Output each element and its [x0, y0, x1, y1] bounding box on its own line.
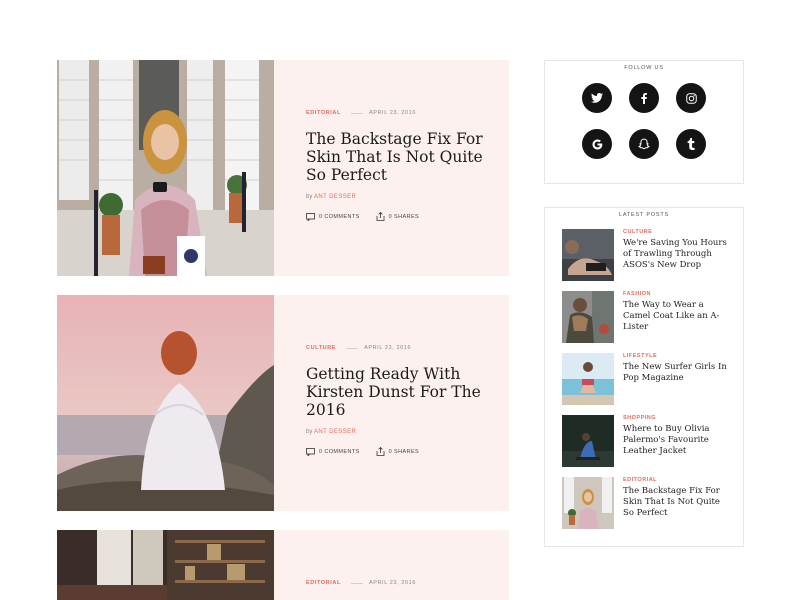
comments-count: 0 Comments: [319, 448, 360, 455]
post-byline: by Ant Desser: [306, 429, 495, 435]
twitter-icon[interactable]: [582, 83, 612, 113]
latest-post-item[interactable]: Shopping Where to Buy Olivia Palermo's F…: [562, 415, 732, 467]
widget-title: Follow Us: [545, 56, 743, 74]
byline-prefix: by: [306, 429, 313, 435]
post-meta: Editorial April 23, 2016: [306, 580, 495, 586]
post-content: Editorial April 23, 2016: [274, 530, 509, 600]
latest-post-category[interactable]: Lifestyle: [623, 353, 727, 359]
byline-prefix: by: [306, 194, 313, 200]
latest-post-category[interactable]: Fashion: [623, 291, 727, 297]
post-title[interactable]: The Backstage Fix For Skin That Is Not Q…: [306, 130, 495, 184]
latest-post-title[interactable]: Where to Buy Olivia Palermo's Favourite …: [623, 424, 727, 457]
post-byline: by Ant Desser: [306, 194, 495, 200]
comments-link[interactable]: 0 Comments: [306, 447, 360, 456]
meta-divider: [350, 112, 363, 114]
latest-post-item[interactable]: Culture We're Saving You Hours of Trawli…: [562, 229, 732, 281]
latest-post-title[interactable]: The Way to Wear a Camel Coat Like an A-L…: [623, 300, 727, 333]
post-category[interactable]: Editorial: [306, 580, 341, 586]
post-category[interactable]: Culture: [306, 345, 336, 351]
shares-link[interactable]: 0 Shares: [376, 447, 419, 456]
post-card: Editorial April 23, 2016 The Backstage F…: [57, 60, 509, 276]
latest-post-text: Culture We're Saving You Hours of Trawli…: [614, 229, 727, 281]
post-content: Culture April 23, 2016 Getting Ready Wit…: [274, 295, 509, 511]
latest-posts-widget: Latest Posts Culture We're Saving You Ho…: [544, 207, 744, 547]
post-date: April 23, 2016: [364, 345, 412, 351]
latest-post-thumbnail[interactable]: [562, 415, 614, 467]
instagram-icon[interactable]: [676, 83, 706, 113]
latest-post-text: Shopping Where to Buy Olivia Palermo's F…: [614, 415, 727, 467]
post-meta: Editorial April 23, 2016: [306, 110, 495, 116]
post-content: Editorial April 23, 2016 The Backstage F…: [274, 60, 509, 276]
post-actions: 0 Comments 0 Shares: [306, 447, 495, 456]
meta-divider: [350, 582, 363, 584]
snapchat-icon[interactable]: [629, 129, 659, 159]
latest-post-title[interactable]: The Backstage Fix For Skin That Is Not Q…: [623, 486, 727, 519]
latest-post-category[interactable]: Editorial: [623, 477, 727, 483]
latest-post-item[interactable]: Fashion The Way to Wear a Camel Coat Lik…: [562, 291, 732, 343]
google-icon[interactable]: [582, 129, 612, 159]
latest-post-title[interactable]: The New Surfer Girls In Pop Magazine: [623, 362, 727, 384]
comment-icon: [306, 212, 315, 221]
shares-count: 0 Shares: [388, 213, 420, 220]
latest-post-text: Lifestyle The New Surfer Girls In Pop Ma…: [614, 353, 727, 405]
follow-us-widget: Follow Us: [544, 60, 744, 184]
shares-count: 0 Shares: [388, 448, 420, 455]
latest-post-category[interactable]: Culture: [623, 229, 727, 235]
share-icon: [376, 212, 385, 221]
post-meta: Culture April 23, 2016: [306, 345, 495, 351]
latest-post-item[interactable]: Lifestyle The New Surfer Girls In Pop Ma…: [562, 353, 732, 405]
post-date: April 23, 2016: [368, 110, 416, 116]
latest-post-thumbnail[interactable]: [562, 229, 614, 281]
comments-link[interactable]: 0 Comments: [306, 212, 360, 221]
share-icon: [376, 447, 385, 456]
post-category[interactable]: Editorial: [306, 110, 341, 116]
post-author[interactable]: Ant Desser: [314, 429, 356, 435]
latest-post-thumbnail[interactable]: [562, 477, 614, 529]
latest-post-item[interactable]: Editorial The Backstage Fix For Skin Tha…: [562, 477, 732, 529]
social-links: [582, 83, 708, 159]
post-image[interactable]: [57, 295, 274, 511]
comments-count: 0 Comments: [319, 213, 360, 220]
post-card: Culture April 23, 2016 Getting Ready Wit…: [57, 295, 509, 511]
facebook-icon[interactable]: [629, 83, 659, 113]
latest-post-text: Fashion The Way to Wear a Camel Coat Lik…: [614, 291, 727, 343]
post-title[interactable]: Getting Ready With Kirsten Dunst For The…: [306, 365, 495, 419]
latest-post-text: Editorial The Backstage Fix For Skin Tha…: [614, 477, 727, 529]
post-image[interactable]: [57, 60, 274, 276]
post-date: April 23, 2016: [368, 580, 416, 586]
post-author[interactable]: Ant Desser: [314, 194, 356, 200]
shares-link[interactable]: 0 Shares: [376, 212, 419, 221]
latest-posts-title: Latest Posts: [610, 212, 678, 218]
latest-post-thumbnail[interactable]: [562, 291, 614, 343]
post-card: Editorial April 23, 2016: [57, 530, 509, 600]
latest-post-thumbnail[interactable]: [562, 353, 614, 405]
comment-icon: [306, 447, 315, 456]
post-image[interactable]: [57, 530, 274, 600]
post-actions: 0 Comments 0 Shares: [306, 212, 495, 221]
tumblr-icon[interactable]: [676, 129, 706, 159]
widget-title: Latest Posts: [545, 203, 743, 221]
latest-post-title[interactable]: We're Saving You Hours of Trawling Throu…: [623, 238, 727, 271]
follow-us-title: Follow Us: [616, 65, 672, 71]
meta-divider: [346, 347, 359, 349]
latest-post-category[interactable]: Shopping: [623, 415, 727, 421]
